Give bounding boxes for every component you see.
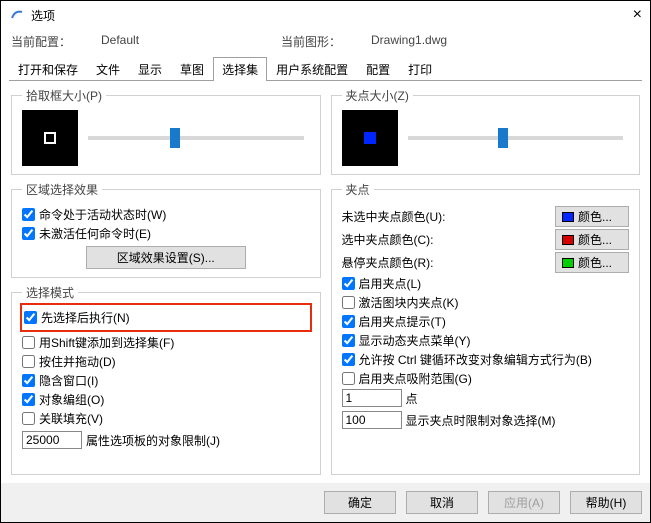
grip-color-row-0: 未选中夹点颜色(U): 颜色... bbox=[342, 206, 630, 227]
area-effect-settings-button[interactable]: 区域效果设置(S)... bbox=[86, 246, 246, 269]
pickbox-preview bbox=[22, 110, 78, 166]
prop-limit-input[interactable] bbox=[22, 431, 82, 449]
pickbox-slider[interactable] bbox=[88, 136, 304, 140]
pickbox-size-group: 拾取框大小(P) bbox=[11, 87, 321, 175]
cb-pressdrag-label: 按住并拖动(D) bbox=[39, 353, 116, 370]
apply-button[interactable]: 应用(A) bbox=[488, 491, 560, 514]
color-swatch-icon bbox=[562, 235, 574, 245]
gripsize-slider[interactable] bbox=[408, 136, 624, 140]
snap-unit-label: 点 bbox=[406, 390, 418, 407]
cb-shift[interactable]: 用Shift键添加到选择集(F) bbox=[22, 334, 310, 351]
cb-shift-label: 用Shift键添加到选择集(F) bbox=[39, 334, 174, 351]
cb-ctrl[interactable]: 允许按 Ctrl 键循环改变对象编辑方式行为(B) bbox=[342, 351, 630, 368]
current-config-label: 当前配置： bbox=[11, 33, 101, 50]
grip-color-button-1[interactable]: 颜色... bbox=[555, 229, 629, 250]
cb-active-label: 命令处于活动状态时(W) bbox=[39, 206, 166, 223]
grip-preview bbox=[342, 110, 398, 166]
tab-0[interactable]: 打开和保存 bbox=[9, 57, 87, 81]
color-swatch-icon bbox=[562, 212, 574, 222]
select-mode-group: 选择模式 先选择后执行(N) 用Shift键添加到选择集(F) 按住并拖动(D)… bbox=[11, 284, 321, 475]
cb-ctrl-label: 允许按 Ctrl 键循环改变对象编辑方式行为(B) bbox=[359, 351, 592, 368]
grips-legend: 夹点 bbox=[342, 181, 374, 198]
window-title: 选项 bbox=[31, 7, 55, 24]
cb-blockgrip[interactable]: 激活图块内夹点(K) bbox=[342, 294, 630, 311]
ok-button[interactable]: 确定 bbox=[324, 491, 396, 514]
cb-hatch[interactable]: 关联填充(V) bbox=[22, 410, 310, 427]
grip-limit-label: 显示夹点时限制对象选择(M) bbox=[406, 412, 556, 429]
tab-3[interactable]: 草图 bbox=[171, 57, 213, 81]
cb-group[interactable]: 对象编组(O) bbox=[22, 391, 310, 408]
cb-snaprange-label: 启用夹点吸附范围(G) bbox=[359, 370, 472, 387]
gripsize-legend: 夹点大小(Z) bbox=[342, 87, 413, 104]
color-btn-text: 颜色... bbox=[578, 231, 612, 248]
cb-blockgrip-label: 激活图块内夹点(K) bbox=[359, 294, 459, 311]
cb-preselect[interactable]: 先选择后执行(N) bbox=[24, 309, 308, 326]
grip-color-label-2: 悬停夹点颜色(R): bbox=[342, 254, 550, 271]
cb-group-label: 对象编组(O) bbox=[39, 391, 104, 408]
prop-limit-label: 属性选项板的对象限制(J) bbox=[86, 432, 220, 449]
grips-group: 夹点 未选中夹点颜色(U):颜色...选中夹点颜色(C):颜色...悬停夹点颜色… bbox=[331, 181, 641, 475]
tab-7[interactable]: 打印 bbox=[399, 57, 441, 81]
cb-pressdrag[interactable]: 按住并拖动(D) bbox=[22, 353, 310, 370]
cb-dynmenu[interactable]: 显示动态夹点菜单(Y) bbox=[342, 332, 630, 349]
tab-5[interactable]: 用户系统配置 bbox=[267, 57, 357, 81]
grip-color-label-1: 选中夹点颜色(C): bbox=[342, 231, 550, 248]
cb-noactive-command[interactable]: 未激活任何命令时(E) bbox=[22, 225, 310, 242]
cb-griptip[interactable]: 启用夹点提示(T) bbox=[342, 313, 630, 330]
cb-dynmenu-label: 显示动态夹点菜单(Y) bbox=[359, 332, 471, 349]
cancel-button[interactable]: 取消 bbox=[406, 491, 478, 514]
help-button[interactable]: 帮助(H) bbox=[570, 491, 642, 514]
cb-snaprange[interactable]: 启用夹点吸附范围(G) bbox=[342, 370, 630, 387]
cb-griptip-label: 启用夹点提示(T) bbox=[359, 313, 446, 330]
color-btn-text: 颜色... bbox=[578, 254, 612, 271]
grip-color-label-0: 未选中夹点颜色(U): bbox=[342, 208, 550, 225]
cb-implied-label: 隐含窗口(I) bbox=[39, 372, 98, 389]
gripsize-group: 夹点大小(Z) bbox=[331, 87, 641, 175]
close-icon[interactable]: × bbox=[633, 6, 642, 24]
current-drawing-label: 当前图形： bbox=[281, 33, 371, 50]
tab-6[interactable]: 配置 bbox=[357, 57, 399, 81]
snap-value-input[interactable] bbox=[342, 389, 402, 407]
area-effect-legend: 区域选择效果 bbox=[22, 181, 102, 198]
app-logo-icon bbox=[9, 7, 25, 23]
cb-preselect-label: 先选择后执行(N) bbox=[41, 309, 130, 326]
color-swatch-icon bbox=[562, 258, 574, 268]
select-mode-legend: 选择模式 bbox=[22, 284, 78, 301]
tab-4[interactable]: 选择集 bbox=[213, 57, 267, 81]
cb-enable-label: 启用夹点(L) bbox=[359, 275, 422, 292]
highlight-box: 先选择后执行(N) bbox=[20, 303, 312, 332]
cb-hatch-label: 关联填充(V) bbox=[39, 410, 103, 427]
grip-color-button-2[interactable]: 颜色... bbox=[555, 252, 629, 273]
grip-color-row-2: 悬停夹点颜色(R): 颜色... bbox=[342, 252, 630, 273]
current-drawing-value: Drawing1.dwg bbox=[371, 33, 551, 50]
grip-limit-input[interactable] bbox=[342, 411, 402, 429]
tab-2[interactable]: 显示 bbox=[129, 57, 171, 81]
current-config-value: Default bbox=[101, 33, 281, 50]
grip-color-button-0[interactable]: 颜色... bbox=[555, 206, 629, 227]
cb-active-command[interactable]: 命令处于活动状态时(W) bbox=[22, 206, 310, 223]
grip-color-row-1: 选中夹点颜色(C): 颜色... bbox=[342, 229, 630, 250]
cb-noactive-label: 未激活任何命令时(E) bbox=[39, 225, 151, 242]
color-btn-text: 颜色... bbox=[578, 208, 612, 225]
cb-implied[interactable]: 隐含窗口(I) bbox=[22, 372, 310, 389]
cb-enable-grips[interactable]: 启用夹点(L) bbox=[342, 275, 630, 292]
area-effect-group: 区域选择效果 命令处于活动状态时(W) 未激活任何命令时(E) 区域效果设置(S… bbox=[11, 181, 321, 278]
pickbox-legend: 拾取框大小(P) bbox=[22, 87, 106, 104]
tab-1[interactable]: 文件 bbox=[87, 57, 129, 81]
